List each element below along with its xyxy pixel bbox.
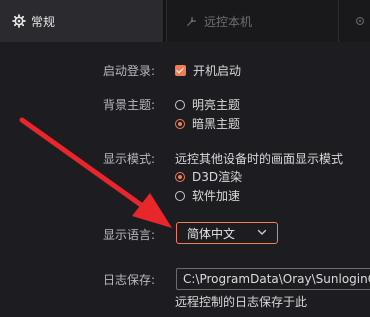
language-select-value: 简体中文 bbox=[187, 226, 236, 241]
display-mode-software-label: 软件加速 bbox=[192, 189, 241, 203]
log-path-input[interactable] bbox=[176, 268, 370, 290]
display-mode-d3d-radio[interactable]: D3D渲染 bbox=[175, 168, 242, 185]
gear-icon bbox=[12, 14, 26, 28]
log-save-label: 日志保存: bbox=[103, 273, 156, 287]
radio-selected-icon bbox=[175, 118, 185, 129]
tab-remote-control[interactable]: 远控本机 bbox=[166, 0, 338, 42]
startup-on-boot-label: 开机启动 bbox=[193, 64, 242, 78]
display-language-label: 显示语言: bbox=[103, 228, 156, 242]
tab-general[interactable]: 常规 bbox=[0, 0, 163, 42]
startup-login-label: 启动登录: bbox=[103, 64, 156, 78]
radio-unselected-icon bbox=[175, 99, 185, 110]
remote-control-icon bbox=[187, 16, 197, 26]
settings-tab-bar: 常规 远控本机 bbox=[0, 0, 370, 42]
tab-other[interactable] bbox=[338, 0, 370, 42]
background-theme-label: 背景主题: bbox=[103, 98, 156, 112]
tab-general-label: 常规 bbox=[31, 14, 56, 29]
startup-on-boot-checkbox[interactable]: 开机启动 bbox=[175, 62, 241, 79]
display-mode-d3d-label: D3D渲染 bbox=[192, 170, 243, 184]
theme-dark-label: 暗黑主题 bbox=[192, 117, 241, 131]
theme-light-radio[interactable]: 明亮主题 bbox=[175, 96, 240, 113]
chevron-down-icon bbox=[257, 229, 267, 235]
radio-selected-icon bbox=[175, 171, 185, 182]
checkbox-checked-icon bbox=[175, 65, 186, 76]
radio-unselected-icon bbox=[175, 190, 185, 201]
circle-icon bbox=[356, 17, 364, 25]
display-mode-label: 显示模式: bbox=[103, 152, 156, 166]
tab-remote-control-label: 远控本机 bbox=[204, 14, 253, 29]
theme-dark-radio[interactable]: 暗黑主题 bbox=[175, 115, 240, 132]
theme-light-label: 明亮主题 bbox=[192, 98, 241, 112]
log-path-hint: 远程控制的日志保存于此 bbox=[175, 295, 308, 309]
display-mode-software-radio[interactable]: 软件加速 bbox=[175, 187, 240, 204]
language-select[interactable]: 简体中文 bbox=[176, 222, 278, 244]
display-mode-description: 远控其他设备时的画面显示模式 bbox=[175, 152, 344, 166]
